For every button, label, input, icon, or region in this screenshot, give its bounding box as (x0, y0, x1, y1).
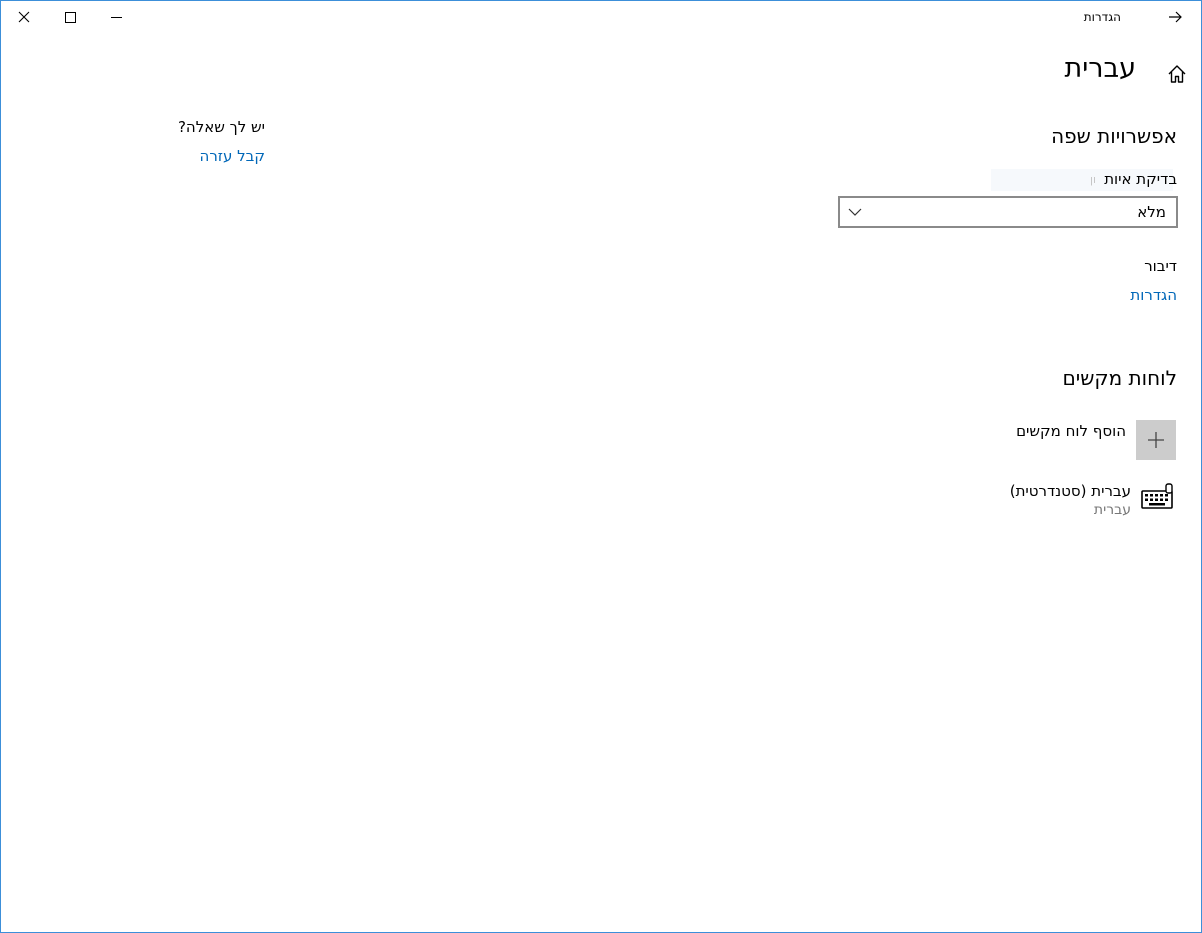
language-options-heading: אפשרויות שפה (1051, 124, 1177, 148)
home-button[interactable] (1166, 63, 1188, 85)
minimize-icon (110, 16, 122, 18)
keyboards-heading: לוחות מקשים (1062, 366, 1177, 390)
back-arrow-icon (1169, 11, 1182, 23)
maximize-button[interactable] (47, 1, 93, 33)
home-icon (1168, 65, 1186, 83)
spellcheck-hint: ון (1090, 173, 1096, 186)
speech-settings-link[interactable]: הגדרות (1130, 286, 1177, 304)
keyboard-item[interactable] (1141, 483, 1175, 511)
back-button[interactable] (1161, 7, 1189, 27)
maximize-icon (64, 11, 76, 23)
settings-window: הגדרות עברית אפשרויות שפה ון בדיקת איות … (0, 0, 1202, 933)
keyboard-icon (1141, 483, 1173, 509)
keyboard-item-subtitle: עברית (1093, 502, 1131, 518)
chevron-down-icon (848, 208, 862, 216)
keyboard-item-name[interactable]: עברית (סטנדרטית) (1010, 482, 1131, 500)
help-question: יש לך שאלה? (177, 118, 265, 136)
speech-label: דיבור (1144, 257, 1177, 275)
minimize-button[interactable] (93, 1, 139, 33)
get-help-link[interactable]: קבל עזרה (200, 147, 265, 165)
spellcheck-label: בדיקת איות (1104, 170, 1177, 188)
close-button[interactable] (1, 1, 47, 33)
plus-icon (1148, 432, 1164, 448)
close-icon (18, 11, 30, 23)
page-title: עברית (1064, 53, 1136, 84)
spellcheck-dropdown[interactable]: מלא (838, 196, 1178, 228)
add-keyboard-button[interactable] (1136, 420, 1176, 460)
add-keyboard-label[interactable]: הוסף לוח מקשים (1016, 422, 1126, 440)
window-title: הגדרות (1083, 10, 1121, 24)
spellcheck-selected-value: מלא (1137, 203, 1166, 221)
